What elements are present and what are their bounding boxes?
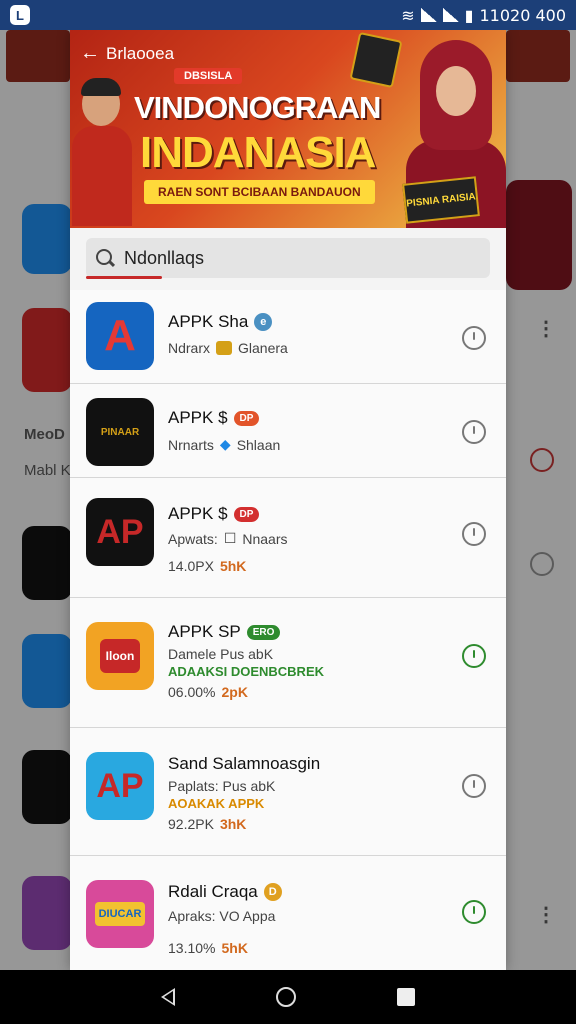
nav-home-icon[interactable]: [275, 987, 296, 1007]
app-reward: 5hK: [221, 940, 248, 956]
app-rate: 13.10%: [168, 940, 216, 956]
app-detail: Apraks: VO Appa: [168, 908, 276, 924]
app-detail: Ndrarx: [168, 340, 211, 356]
system-nav-bar: [0, 970, 576, 1024]
app-detail-b: Nnaars: [242, 530, 288, 547]
app-icon: AP: [86, 752, 154, 820]
list-item[interactable]: A APPK Sha e Ndrarx Glanera: [70, 290, 506, 384]
signal-icon: [420, 8, 437, 22]
banner-headline: VINDONOGRAAN: [134, 90, 381, 125]
app-promo: AOAKAK APPK: [168, 796, 265, 811]
app-reward: 5hK: [219, 558, 247, 574]
phone-illustration: [349, 31, 403, 89]
app-title: APPK Sha: [168, 312, 249, 331]
list-item[interactable]: DIUCAR Rdali Craqa D Apraks: VO Appa 13.…: [70, 856, 506, 970]
coin-icon: [216, 341, 233, 355]
download-status-icon[interactable]: [462, 900, 486, 924]
signal-icon-2: [442, 8, 459, 22]
badge-icon: e: [254, 313, 273, 331]
list-item[interactable]: Iloon APPK SP ERO Damele Pus abK ADAAKSI…: [70, 598, 506, 728]
app-list: A APPK Sha e Ndrarx Glanera PINAAR APPK …: [70, 290, 506, 970]
app-detail: Damele Pus abK: [168, 646, 274, 662]
app-icon: Iloon: [86, 622, 154, 690]
download-status-icon[interactable]: [462, 420, 486, 444]
app-badge: DP: [233, 506, 260, 522]
nav-back-icon[interactable]: [160, 988, 175, 1006]
app-title: APPK SP: [168, 622, 241, 641]
search-icon: [94, 247, 116, 269]
app-reward: 3hK: [219, 816, 247, 832]
back-button[interactable]: ← Brlaooea: [80, 42, 174, 65]
app-icon: DIUCAR: [86, 880, 154, 948]
app-rate: 06.00%: [168, 684, 216, 700]
list-item[interactable]: AP Sand Salamnoasgin Paplats: Pus abK AO…: [70, 728, 506, 856]
back-label: Brlaooea: [106, 43, 175, 63]
coin-icon: D: [263, 883, 282, 901]
search-sheet: ← Brlaooea DBSISLA VINDONOGRAAN INDANASI…: [70, 30, 506, 970]
download-status-icon[interactable]: [462, 774, 486, 798]
app-notification-icon: L: [10, 5, 30, 25]
promo-banner[interactable]: ← Brlaooea DBSISLA VINDONOGRAAN INDANASI…: [70, 30, 506, 228]
list-item[interactable]: PINAAR APPK $ DP Nrnarts ◆ Shlaan: [70, 384, 506, 478]
banner-ribbon: RAEN SONT BCIBAAN BANDAUON: [144, 180, 375, 204]
nav-recents-icon[interactable]: [397, 988, 416, 1006]
app-detail-b: Shlaan: [236, 436, 281, 453]
app-detail: Apwats:: [168, 530, 218, 547]
download-status-icon[interactable]: [462, 522, 486, 546]
app-detail: Nrnarts: [168, 436, 214, 453]
arrow-left-icon: ←: [80, 42, 100, 64]
search-underline: [86, 276, 162, 279]
app-title: APPK $: [168, 504, 228, 523]
app-reward: 2pK: [221, 684, 248, 700]
app-promo: ADAAKSI DOENBCBREK: [168, 664, 325, 679]
app-rate: 92.2PK: [168, 816, 214, 832]
banner-tag: DBSISLA: [174, 68, 243, 84]
clock-text: 11020 400: [479, 5, 566, 25]
chat-icon: ☐: [223, 530, 237, 546]
person-illustration-left: [72, 76, 132, 226]
status-bar: L ≋ ▮ 11020 400: [0, 0, 576, 30]
app-badge: ERO: [246, 624, 281, 640]
battery-icon: ▮: [464, 5, 474, 25]
list-item[interactable]: AP APPK $ DP Apwats: ☐ Nnaars 14.0PX 5hK: [70, 478, 506, 598]
app-rate: 14.0PX: [168, 558, 214, 574]
prize-box: PISNIA RAISIA: [402, 176, 480, 224]
search-bar[interactable]: [86, 238, 490, 278]
banner-headline-2: INDANASIA: [140, 128, 376, 177]
app-detail: Paplats: Pus abK: [168, 778, 276, 794]
download-status-icon[interactable]: [462, 326, 486, 350]
shield-icon: ◆: [219, 436, 231, 452]
app-title: Rdali Craqa: [168, 882, 258, 901]
download-status-icon[interactable]: [462, 644, 486, 668]
app-icon: A: [86, 302, 154, 370]
app-title: APPK $: [168, 408, 228, 427]
app-detail-b: Glanera: [238, 340, 288, 356]
wifi-icon: ≋: [401, 5, 415, 25]
app-icon: AP: [86, 498, 154, 566]
search-input[interactable]: [124, 247, 464, 269]
app-badge: DP: [233, 410, 260, 426]
app-title: Sand Salamnoasgin: [168, 754, 321, 773]
app-icon: PINAAR: [86, 398, 154, 466]
